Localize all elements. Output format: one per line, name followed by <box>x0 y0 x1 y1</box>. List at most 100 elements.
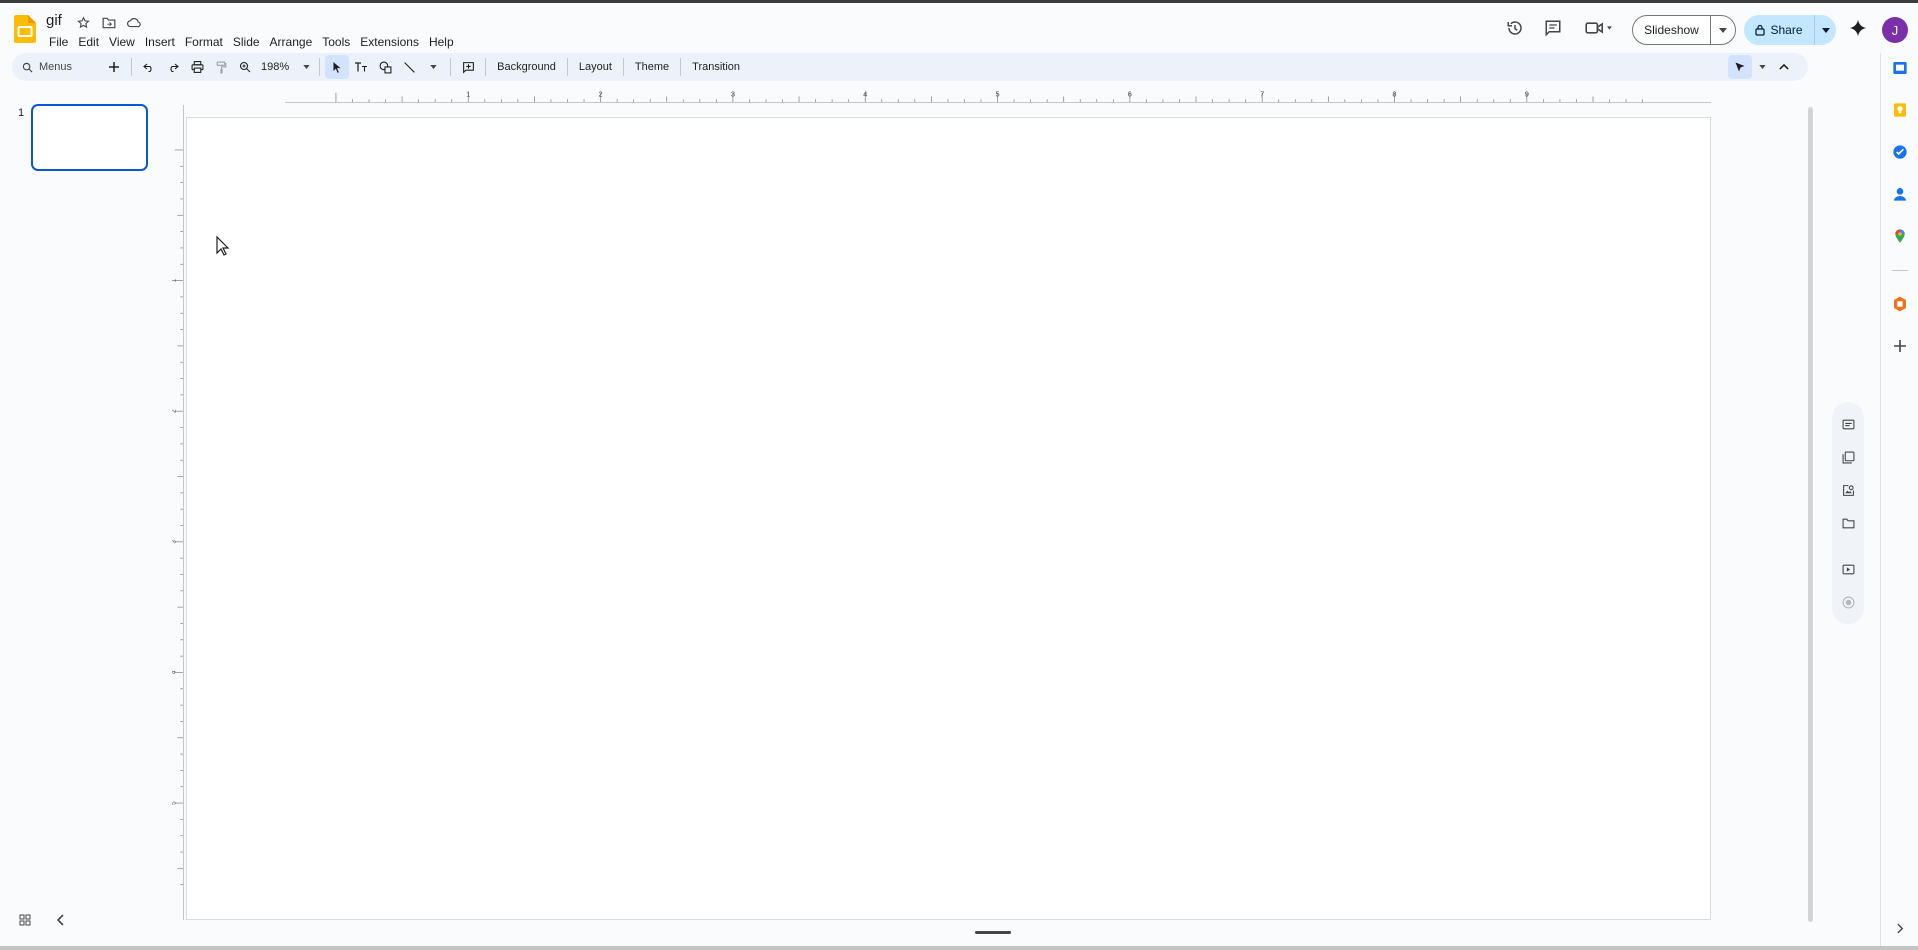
shape-button[interactable] <box>373 55 397 79</box>
new-slide-button[interactable] <box>102 55 126 79</box>
text-box-button[interactable] <box>349 55 373 79</box>
chevron-down-icon <box>303 65 310 69</box>
toolbar-divider <box>680 58 682 76</box>
zoom-icon <box>239 61 251 73</box>
undo-button[interactable] <box>137 55 161 79</box>
ruler-label: 4 <box>172 670 178 674</box>
comments-icon[interactable] <box>1538 13 1568 43</box>
cursor-icon <box>333 61 341 73</box>
zoom-button[interactable] <box>233 55 257 79</box>
print-button[interactable] <box>185 55 209 79</box>
redo-button[interactable] <box>161 55 185 79</box>
toolbar-divider <box>566 58 568 76</box>
lock-icon <box>1755 24 1766 36</box>
select-tool-button[interactable] <box>325 55 350 79</box>
zoom-value: 198% <box>261 61 290 73</box>
folder-icon[interactable] <box>1840 515 1856 531</box>
line-icon <box>403 61 415 73</box>
chevron-down-icon <box>1758 65 1766 69</box>
layers-icon[interactable] <box>1840 449 1856 465</box>
slideshow-label[interactable]: Slideshow <box>1633 16 1711 44</box>
slide-thumbnail[interactable] <box>31 104 148 171</box>
side-panel-divider <box>1880 53 1881 948</box>
chevron-down-icon <box>429 65 437 69</box>
horizontal-ruler: 1 2 3 4 5 6 7 8 9 <box>285 89 1711 103</box>
app-header: gif File Edit View Insert Format Slide A… <box>0 3 1918 53</box>
theme-button[interactable]: Theme <box>629 61 675 73</box>
gemini-icon[interactable] <box>1843 13 1873 43</box>
line-dropdown[interactable] <box>421 55 445 79</box>
share-label: Share <box>1770 23 1803 37</box>
share-dropdown-icon[interactable] <box>1814 15 1836 45</box>
paint-format-icon <box>216 61 226 73</box>
vertical-scrollbar[interactable] <box>1808 107 1813 922</box>
slides-app-icon[interactable] <box>1890 58 1910 78</box>
ruler-label: 9 <box>1525 89 1529 98</box>
pointer-mode-button[interactable] <box>1728 55 1752 79</box>
search-icon <box>22 62 33 72</box>
grid-view-icon[interactable] <box>19 914 37 932</box>
mouse-cursor-icon <box>216 236 230 256</box>
paint-format-button[interactable] <box>209 55 233 79</box>
ruler-label: 1 <box>172 278 178 282</box>
side-apps-separator <box>1892 270 1908 271</box>
record-icon[interactable] <box>1840 594 1856 610</box>
transition-button[interactable]: Transition <box>686 61 746 73</box>
toolbar-divider <box>485 58 487 76</box>
maps-icon[interactable] <box>1890 226 1910 246</box>
ruler-label: 7 <box>1260 89 1264 98</box>
slide-canvas[interactable] <box>186 117 1711 920</box>
layout-button[interactable]: Layout <box>573 61 618 73</box>
menus-search-placeholder: Menus <box>39 61 73 73</box>
ruler-label: 3 <box>731 89 735 98</box>
slideshow-button[interactable]: Slideshow <box>1632 15 1736 45</box>
expand-side-panel-icon[interactable] <box>1890 918 1910 938</box>
print-icon <box>191 61 203 73</box>
ruler-label: 2 <box>172 409 178 413</box>
collapse-filmstrip-icon[interactable] <box>56 914 70 932</box>
share-button[interactable]: Share <box>1744 15 1836 45</box>
slide-number: 1 <box>18 107 25 119</box>
add-comment-icon <box>462 61 474 74</box>
add-icon[interactable] <box>1890 336 1910 356</box>
quick-actions-panel <box>1832 402 1864 624</box>
speaker-notes-icon[interactable] <box>1840 416 1856 432</box>
toolbar-divider <box>450 58 452 76</box>
line-button[interactable] <box>397 55 421 79</box>
vertical-ruler: 1 2 3 4 5 <box>172 105 184 920</box>
window-bottom-edge <box>0 946 1918 950</box>
chevron-up-icon <box>1779 64 1789 70</box>
present-icon[interactable] <box>1840 561 1856 577</box>
office-addon-icon[interactable] <box>1890 294 1910 314</box>
ruler-label: 5 <box>995 89 999 98</box>
pointer-mode-dropdown[interactable] <box>1756 55 1768 79</box>
main-toolbar: Menus 198% Background Layout Theme Trans… <box>12 53 1808 81</box>
ruler-label: 8 <box>1392 89 1396 98</box>
toolbar-divider <box>622 58 624 76</box>
history-icon[interactable] <box>1500 13 1530 43</box>
ruler-label: 3 <box>172 540 178 544</box>
speaker-notes-drag-handle[interactable] <box>975 931 1011 934</box>
pointer-icon <box>1735 62 1745 72</box>
text-box-icon <box>355 62 368 72</box>
keep-icon[interactable] <box>1890 100 1910 120</box>
add-comment-button[interactable] <box>456 55 480 79</box>
ruler-label: 5 <box>172 801 178 805</box>
image-search-icon[interactable] <box>1840 482 1856 498</box>
shape-icon <box>379 61 392 73</box>
slideshow-dropdown-icon[interactable] <box>1711 16 1735 44</box>
undo-icon <box>143 63 152 72</box>
zoom-select[interactable]: 198% <box>257 61 314 73</box>
toolbar-divider <box>131 58 132 76</box>
contacts-icon[interactable] <box>1890 184 1910 204</box>
meet-icon[interactable] <box>1578 13 1620 43</box>
redo-icon <box>170 63 179 72</box>
background-button[interactable]: Background <box>491 61 562 73</box>
plus-icon <box>109 62 119 72</box>
toolbar-divider <box>319 58 321 76</box>
avatar[interactable]: J <box>1882 17 1908 43</box>
tasks-icon[interactable] <box>1890 142 1910 162</box>
menus-search[interactable]: Menus <box>22 61 102 73</box>
ruler-label: 4 <box>863 89 867 98</box>
hide-menus-button[interactable] <box>1772 55 1796 79</box>
